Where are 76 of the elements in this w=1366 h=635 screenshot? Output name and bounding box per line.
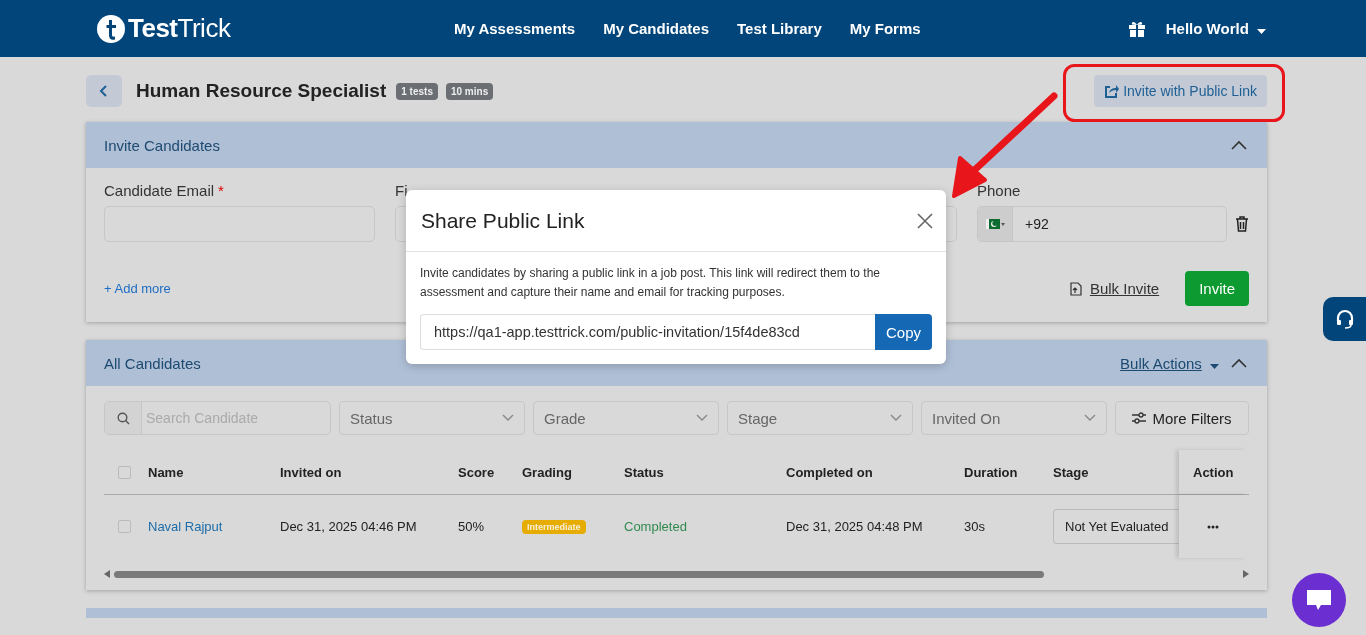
grade-badge: Intermediate [522, 519, 586, 534]
bulk-actions-dropdown[interactable]: Bulk Actions [1120, 354, 1219, 372]
filter-dropdown[interactable]: Invited On [921, 401, 1107, 435]
table-cell: 30s [964, 519, 985, 534]
table-cell: Dec 31, 2025 04:48 PM [786, 519, 923, 534]
column-header: Stage [1053, 464, 1089, 480]
panel-title: Invite Candidates [104, 136, 220, 154]
chevron-icon[interactable] [1231, 358, 1247, 368]
column-header: Completed on [786, 464, 873, 480]
caret-icon[interactable] [1210, 363, 1219, 369]
bulk-invite-link[interactable]: Bulk Invite [1069, 280, 1160, 297]
caret-icon[interactable] [1257, 29, 1266, 34]
scroll-left-icon[interactable] [104, 570, 110, 578]
nav-link[interactable]: My Assessments [454, 20, 576, 37]
nav-link[interactable]: My Candidates [603, 20, 710, 37]
chevron-down-icon [696, 414, 708, 422]
filter-dropdown[interactable]: Stage [727, 401, 913, 435]
back-button[interactable] [86, 75, 122, 107]
trash-icon[interactable] [1235, 216, 1249, 232]
checkbox[interactable] [118, 520, 131, 533]
gift-icon[interactable] [1127, 19, 1146, 38]
logo[interactable]: TestTrick [96, 13, 454, 44]
field-label: Fi [395, 182, 408, 199]
panel-header[interactable]: Invite Candidates [86, 122, 1267, 168]
add-more-link[interactable]: + Add more [104, 281, 171, 296]
field-label: Candidate Email [104, 182, 215, 199]
file-upload-icon [1069, 281, 1082, 296]
required-mark: * [218, 182, 224, 199]
filter-dropdown[interactable]: Grade [533, 401, 719, 435]
nav-link[interactable]: My Forms [849, 20, 921, 37]
sliders-icon [1132, 412, 1147, 424]
copy-button[interactable]: Copy [874, 314, 932, 350]
flag-icon[interactable] [978, 207, 1013, 241]
column-header: Status [624, 464, 664, 480]
table-cell: 50% [458, 519, 485, 534]
page-title: Human Resource Specialist [136, 80, 387, 102]
close-icon[interactable] [917, 212, 933, 229]
column-header: Name [148, 464, 184, 480]
checkbox[interactable] [118, 465, 131, 479]
user-menu[interactable]: Hello World [1165, 20, 1266, 37]
dialog-title: Share Public Link [421, 208, 585, 233]
invite-button[interactable]: Invite [1185, 271, 1249, 306]
horizontal-scrollbar[interactable] [104, 568, 1249, 580]
count-badge: 1 tests [396, 82, 438, 100]
chat-button[interactable] [1292, 573, 1346, 627]
scroll-right-icon[interactable] [1243, 570, 1249, 578]
status-text: Completed [624, 519, 687, 534]
field-label: Phone [977, 182, 1021, 199]
filter-dropdown[interactable]: Status [339, 401, 525, 435]
chevron-down-icon [502, 414, 514, 422]
column-header: Action [1193, 464, 1234, 480]
chat-icon [1306, 589, 1332, 611]
chevron-left-icon [99, 85, 109, 97]
chevron-down-icon [1084, 414, 1096, 422]
search-icon [116, 411, 130, 425]
link-field[interactable]: https://qa1-app.testtrick.com/public-invitation/15f4de83cd [420, 314, 875, 350]
chevron-down-icon [890, 414, 902, 422]
chevron-icon[interactable] [1231, 140, 1247, 150]
more-filters-button[interactable]: More Filters [1115, 401, 1249, 435]
count-badge: 10 mins [445, 82, 494, 100]
panel-title: All Candidates [104, 354, 201, 372]
column-header: Invited on [280, 464, 342, 480]
dialog-description: Invite candidates by sharing a public link in a job post. This link will redirect them to the assessment and capture their name and email for tracking purposes. [420, 265, 881, 301]
column-header: Duration [964, 464, 1018, 480]
column-header: Score [458, 464, 495, 480]
column-header: Grading [522, 464, 572, 480]
more-icon[interactable] [1207, 524, 1219, 529]
invite-public-link-button[interactable]: Invite with Public Link [1094, 75, 1267, 107]
headset-icon [1335, 309, 1355, 329]
logo-icon [96, 13, 126, 44]
nav-link[interactable]: Test Library [737, 20, 822, 37]
candidate-link[interactable]: Naval Rajput [148, 519, 223, 534]
table-cell: Dec 31, 2025 04:46 PM [280, 519, 417, 534]
support-button[interactable] [1323, 297, 1366, 341]
phone-field[interactable]: +92 [977, 206, 1227, 242]
share-icon [1104, 84, 1120, 98]
